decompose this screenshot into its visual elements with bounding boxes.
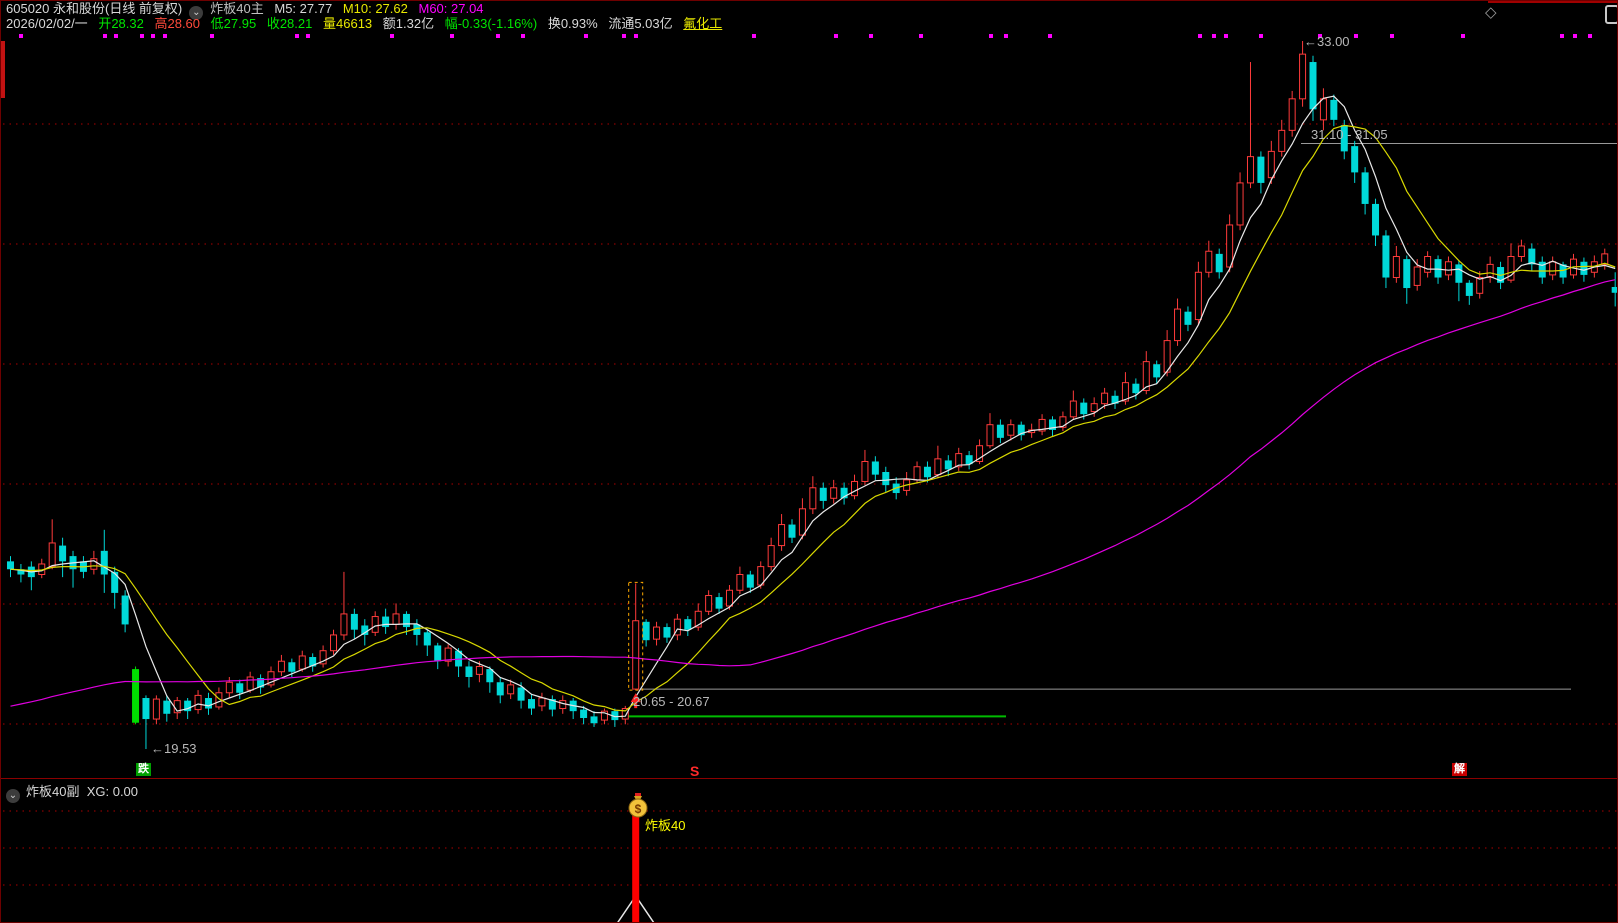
marker-jie-badge: 解 — [1452, 763, 1467, 776]
info-line-2: 2026/02/02/一 开28.32 高28.60 低27.95 收28.21… — [6, 16, 729, 31]
main-indicator-name[interactable]: 炸板40主 — [210, 1, 263, 16]
float-cap-value: 流通5.03亿 — [608, 16, 672, 31]
low-price-label: ←19.53 — [151, 741, 197, 756]
panel-top-border — [1488, 1, 1618, 3]
ma60-value: M60: 27.04 — [418, 1, 483, 16]
main-candlestick-chart[interactable] — [1, 1, 1618, 779]
marker-sell-s: S — [690, 764, 699, 778]
sub-indicator-name[interactable]: 炸板40副 — [26, 784, 79, 799]
close-value: 收28.21 — [267, 16, 313, 31]
sub-panel-header: ⌄ 炸板40副 XG: 0.00 — [6, 781, 138, 803]
date-value: 2026/02/02/一 — [6, 16, 88, 31]
low-value: 低27.95 — [211, 16, 257, 31]
turnover-value: 换0.93% — [548, 16, 598, 31]
stock-title: 605020 永和股份(日线 前复权) — [6, 1, 182, 16]
trading-app-window: 605020 永和股份(日线 前复权) ⌄ 炸板40主 M5: 27.77 M10:… — [0, 0, 1618, 923]
ma10-value: M10: 27.62 — [343, 1, 408, 16]
range-low-label: 20.65 - 20.67 — [633, 694, 710, 709]
svg-text:$: $ — [635, 802, 642, 816]
left-edge-red-bar — [1, 41, 5, 98]
marker-die-badge: 跌 — [136, 763, 151, 776]
high-price-label: ←33.00 — [1304, 34, 1350, 49]
window-panel-icon[interactable] — [1605, 5, 1618, 24]
panel-divider — [1, 778, 1618, 779]
info-bar: 605020 永和股份(日线 前复权)⌄炸板40主 M5: 27.77 M10:… — [6, 1, 729, 31]
amount-value: 额1.32亿 — [383, 16, 434, 31]
range-high-label: 31.10 - 31.05 — [1311, 127, 1388, 142]
change-value: 幅-0.33(-1.16%) — [445, 16, 537, 31]
info-line-1: 605020 永和股份(日线 前复权)⌄炸板40主 M5: 27.77 M10:… — [6, 1, 729, 16]
chevron-down-circle-icon[interactable]: ⌄ — [6, 789, 20, 803]
high-value: 高28.60 — [154, 16, 200, 31]
ma5-value: M5: 27.77 — [274, 1, 332, 16]
diamond-icon[interactable]: ◇ — [1485, 3, 1497, 21]
sub-indicator-chart[interactable] — [1, 779, 1618, 923]
sub-xg-value: XG: 0.00 — [87, 784, 138, 799]
industry-link[interactable]: 氟化工 — [683, 16, 722, 31]
open-value: 开28.32 — [98, 16, 144, 31]
volume-value: 量46613 — [323, 16, 372, 31]
sub-signal-label: 炸板40 — [645, 815, 685, 834]
